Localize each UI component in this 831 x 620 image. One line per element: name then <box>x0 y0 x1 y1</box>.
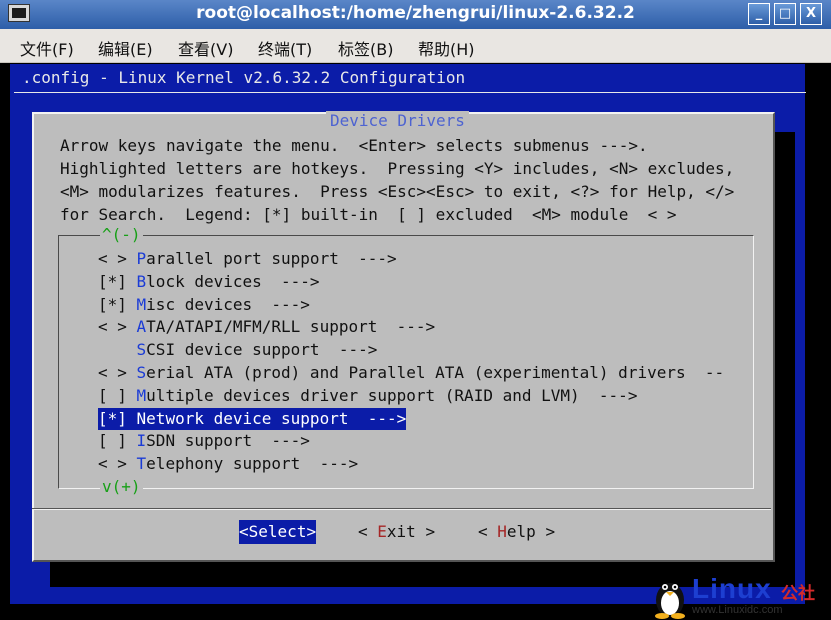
menu-item[interactable]: < > Serial ATA (prod) and Parallel ATA (… <box>98 362 724 384</box>
menu-item-state: [*] <box>98 408 137 428</box>
maximize-button[interactable]: □ <box>774 3 796 25</box>
menu-item-state: < > <box>98 249 137 268</box>
menu-item-hotkey: B <box>136 271 147 291</box>
menu-item-state: [ ] <box>98 385 137 405</box>
menu-file[interactable]: 文件(F) <box>20 36 74 60</box>
menu-item-hotkey: N <box>136 408 147 428</box>
menu-item-hotkey: S <box>136 340 147 360</box>
window-title: root@localhost:/home/zhengrui/linux-2.6.… <box>196 3 635 23</box>
menu-terminal[interactable]: 终端(T) <box>258 36 312 60</box>
menu-item-state: < > <box>98 363 137 382</box>
dialog-title: Device Drivers <box>326 111 469 130</box>
menu-item-state: [ ] <box>98 431 137 451</box>
watermark-cn: 公社 <box>781 584 815 604</box>
config-title: .config - Linux Kernel v2.6.32.2 Configu… <box>22 68 466 87</box>
menubar: 文件(F) 编辑(E) 查看(V) 终端(T) 标签(B) 帮助(H) <box>0 29 831 63</box>
menu-item-hotkey: M <box>136 294 147 314</box>
menu-item[interactable]: < > ATA/ATAPI/MFM/RLL support ---> <box>98 316 435 338</box>
menu-item-label: elephony support ---> <box>146 454 359 474</box>
menu-item-label: etwork device support ---> <box>146 408 407 428</box>
minimize-button[interactable]: _ <box>748 3 770 25</box>
menu-item-hotkey: S <box>136 363 147 382</box>
menu-tabs[interactable]: 标签(B) <box>338 36 393 60</box>
watermark-brand: Linux <box>692 573 772 604</box>
menu-help[interactable]: 帮助(H) <box>418 36 475 60</box>
menu-item[interactable]: [ ] Multiple devices driver support (RAI… <box>98 385 637 407</box>
menu-view[interactable]: 查看(V) <box>178 36 233 60</box>
menu-item[interactable]: < > Parallel port support ---> <box>98 248 397 270</box>
menu-item[interactable]: [*] Block devices ---> <box>98 271 320 293</box>
menu-item-label: ultiple devices driver support (RAID and… <box>146 385 638 405</box>
linuxidc-watermark: Linux 公社 www.Linuxidc.com <box>648 573 831 620</box>
menu-item-label: TA/ATAPI/MFM/RLL support ---> <box>146 317 436 337</box>
scroll-down-indicator: v(+) <box>100 477 143 496</box>
menu-item-hotkey: P <box>136 249 147 268</box>
menu-item-label: SDN support ---> <box>146 431 310 451</box>
watermark-url: www.Linuxidc.com <box>692 604 783 616</box>
help-line-2: Highlighted letters are hotkeys. Pressin… <box>60 159 735 178</box>
exit-button[interactable]: < Exit > <box>358 520 435 544</box>
menu-item-state <box>98 340 137 359</box>
close-button[interactable]: X <box>800 3 822 25</box>
menu-item-hotkey: M <box>136 385 147 405</box>
scroll-up-indicator: ^(-) <box>100 225 143 244</box>
menu-item[interactable]: SCSI device support ---> <box>98 339 378 361</box>
menu-item-label: arallel port support ---> <box>146 249 397 268</box>
menu-item[interactable]: < > Telephony support ---> <box>98 453 358 475</box>
menu-item-state: [*] <box>98 294 137 314</box>
select-button[interactable]: <Select> <box>239 520 317 544</box>
menu-item[interactable]: [ ] ISDN support ---> <box>98 430 310 452</box>
help-line-1: Arrow keys navigate the menu. <Enter> se… <box>60 136 648 155</box>
menu-item-label: lock devices ---> <box>146 271 320 291</box>
help-button[interactable]: < Help > <box>478 520 555 544</box>
menu-item-label: isc devices ---> <box>146 294 310 314</box>
menu-item[interactable]: [*] Network device support ---> <box>98 407 407 430</box>
menu-item-hotkey: A <box>136 317 147 337</box>
help-line-4: for Search. Legend: [*] built-in [ ] exc… <box>60 205 677 224</box>
menu-item-label: CSI device support ---> <box>146 340 378 360</box>
menu-item-state: < > <box>98 317 137 337</box>
button-separator <box>32 508 771 510</box>
help-line-3: <M> modularizes features. Press <Esc><Es… <box>60 182 735 201</box>
menu-item-label: erial ATA (prod) and Parallel ATA (exper… <box>146 363 725 382</box>
menu-item-state: < > <box>98 454 137 474</box>
menu-edit[interactable]: 编辑(E) <box>98 36 153 60</box>
penguin-icon <box>655 583 685 619</box>
menu-item-hotkey: I <box>136 431 147 451</box>
menu-item-state: [*] <box>98 271 137 291</box>
config-title-rule <box>14 92 806 93</box>
menu-item-hotkey: T <box>136 454 147 474</box>
window-titlebar: root@localhost:/home/zhengrui/linux-2.6.… <box>0 0 831 29</box>
menu-item[interactable]: [*] Misc devices ---> <box>98 294 310 316</box>
